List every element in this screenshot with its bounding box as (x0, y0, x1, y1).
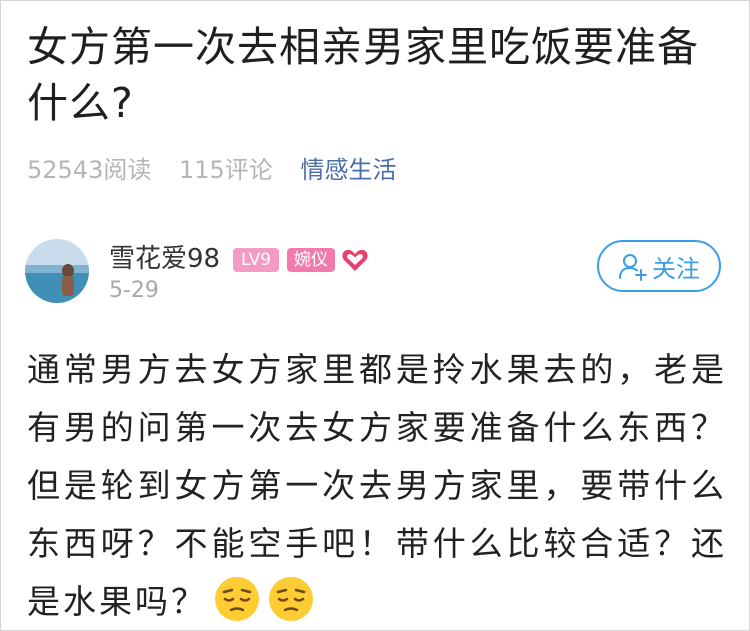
add-user-icon (619, 254, 647, 281)
beach-photo-avatar (25, 239, 89, 303)
question-meta: 52543阅读 115评论 情感生活 (27, 153, 416, 187)
category-link[interactable]: 情感生活 (300, 156, 396, 184)
heart-icon (342, 249, 368, 271)
pensive-face-emoji (269, 577, 313, 621)
pensive-face-emoji (215, 577, 259, 621)
read-count: 52543阅读 (27, 156, 152, 184)
post-body: 通常男方去女方家里都是拎水果去的，老是有男的问第一次去女方家要准备什么东西？但是… (27, 341, 727, 630)
follow-button[interactable]: 关注 (597, 240, 721, 292)
comment-count[interactable]: 115评论 (179, 156, 273, 184)
post-date: 5-29 (109, 278, 159, 303)
post-card: 女方第一次去相亲男家里吃饭要准备什么? 52543阅读 115评论 情感生活 雪… (0, 0, 750, 631)
avatar[interactable] (25, 239, 89, 303)
level-badge: LV9 (233, 248, 279, 272)
title-badge: 婉仪 (287, 248, 335, 272)
follow-label: 关注 (652, 254, 700, 283)
post-body-text: 通常男方去女方家里都是拎水果去的，老是有男的问第一次去女方家要准备什么东西？但是… (27, 350, 727, 621)
question-title: 女方第一次去相亲男家里吃饭要准备什么? (27, 23, 699, 127)
author-name[interactable]: 雪花爱98 (109, 242, 220, 276)
